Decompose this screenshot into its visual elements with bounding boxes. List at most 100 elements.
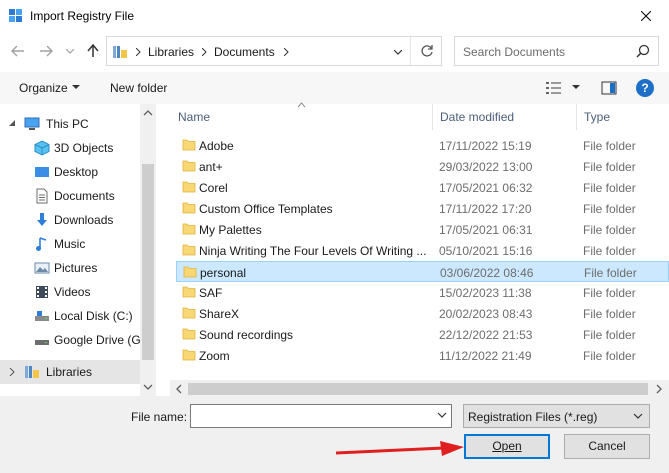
file-type: File folder [583,139,636,153]
refresh-button[interactable] [411,37,442,65]
column-name-label: Name [178,110,211,124]
sidebar-item-pictures[interactable]: Pictures [0,256,140,280]
file-date: 22/12/2022 21:53 [439,328,533,342]
breadcrumb-chevron-icon[interactable] [199,45,209,59]
chevron-down-icon[interactable] [572,85,580,90]
file-row[interactable]: SAF 15/02/2023 11:38 File folder [176,282,669,303]
help-icon[interactable]: ? [636,79,654,97]
file-type: File folder [583,286,636,300]
sidebar-item-google-drive[interactable]: Google Drive (G: [0,328,140,352]
file-type: File folder [583,223,636,237]
folder-icon [182,244,196,256]
folder-icon [182,181,196,193]
file-type: File folder [583,349,636,363]
breadcrumb-libraries[interactable]: Libraries [148,45,194,59]
forward-button[interactable] [36,41,56,61]
sidebar-item-label: Google Drive (G: [54,333,140,347]
scroll-left-icon[interactable] [174,384,184,394]
scroll-right-icon[interactable] [654,384,664,394]
videos-icon [36,286,48,298]
file-row[interactable]: Zoom 11/12/2022 21:49 File folder [176,345,669,366]
file-row[interactable]: My Palettes 17/05/2021 06:31 File folder [176,219,669,240]
file-row[interactable]: Custom Office Templates 17/11/2022 17:20 F… [176,198,669,219]
file-type: File folder [583,181,636,195]
sidebar-item-music[interactable]: Music [0,232,140,256]
file-date: 29/03/2022 13:00 [439,160,533,174]
file-row[interactable]: ShareX 20/02/2023 08:43 File folder [176,303,669,324]
sidebar-item-label: Music [54,237,86,251]
sidebar-item-desktop[interactable]: Desktop [0,160,140,184]
file-type-select[interactable]: Registration Files (*.reg) [463,404,650,428]
search-input[interactable]: Search Documents [463,45,565,59]
column-header-type[interactable]: Type [576,104,666,130]
breadcrumb-chevron-icon[interactable] [133,45,143,59]
sidebar-item-this-pc[interactable]: This PC [0,112,140,136]
breadcrumb-chevron-icon[interactable] [281,45,291,59]
chevron-down-icon[interactable] [8,120,16,128]
sidebar-scroll-thumb[interactable] [142,164,154,360]
close-button[interactable] [623,0,669,32]
sidebar-scrollbar[interactable] [140,104,156,396]
downloads-icon [37,213,47,226]
recent-locations-button[interactable] [60,41,80,61]
folder-icon [182,349,196,361]
scroll-up-icon[interactable] [143,108,153,118]
folder-icon [183,266,197,278]
sidebar-item-label: Local Disk (C:) [54,309,133,323]
sidebar-item-libraries[interactable]: Libraries [0,360,140,384]
file-name: ant+ [199,160,223,174]
column-header-date[interactable]: Date modified [432,104,576,130]
file-row[interactable]: Adobe 17/11/2022 15:19 File folder [176,135,669,156]
file-type: File folder [583,202,636,216]
sidebar-item-downloads[interactable]: Downloads [0,208,140,232]
back-button[interactable] [8,41,28,61]
file-row[interactable]: Corel 17/05/2021 06:32 File folder [176,177,669,198]
column-header-name[interactable]: Name [170,104,432,130]
address-history-button[interactable] [392,45,404,59]
chevron-down-icon [633,413,643,419]
column-type-label: Type [584,110,611,124]
file-name-label-text: File name: [131,410,188,424]
open-button[interactable]: Open [464,434,550,459]
file-date: 17/11/2022 17:20 [439,202,532,216]
new-folder-button[interactable]: New folder [110,81,167,95]
navigation-bar: Libraries Documents Search Documents [0,33,669,69]
file-row[interactable]: personal 03/06/2022 08:46 File folder [176,261,669,282]
sidebar-item-documents[interactable]: Documents [0,184,140,208]
file-name-input[interactable] [190,404,452,428]
file-name: personal [200,266,247,280]
sidebar-item-videos[interactable]: Videos [0,280,140,304]
chevron-down-icon[interactable] [437,412,447,418]
scroll-down-icon[interactable] [143,382,153,392]
cancel-button[interactable]: Cancel [564,434,650,459]
this-pc-icon [24,117,40,130]
file-row[interactable]: Sound recordings 22/12/2022 21:53 File fol… [176,324,669,345]
sidebar-item-3d-objects[interactable]: 3D Objects [0,136,140,160]
search-box[interactable]: Search Documents [454,36,659,66]
pictures-icon [34,262,50,274]
file-row[interactable]: Ninja Writing The Four Levels Of Writing… [176,240,669,261]
file-list: Name Date modified Type Adobe 17/11/2022 … [170,102,669,400]
breadcrumb-documents[interactable]: Documents [214,45,275,59]
chevron-right-icon[interactable] [8,368,16,376]
column-date-label: Date modified [440,110,515,124]
sidebar-item-local-disk[interactable]: Local Disk (C:) [0,304,140,328]
file-row[interactable]: ant+ 29/03/2022 13:00 File folder [176,156,669,177]
file-name-label: File name: [131,410,187,424]
sidebar-item-label: Videos [54,285,91,299]
navigation-pane: This PC 3D Objects Desktop Documents Dow… [0,104,156,396]
file-date: 15/02/2023 11:38 [439,286,532,300]
view-details-icon[interactable] [545,80,563,96]
horizontal-scroll-thumb[interactable] [188,383,648,395]
arrow-right-icon [40,45,53,57]
file-name: Corel [199,181,228,195]
folder-icon [182,286,196,298]
file-date: 17/05/2021 06:31 [439,223,533,237]
folder-icon [182,202,196,214]
address-bar[interactable]: Libraries Documents [106,36,442,66]
file-date: 03/06/2022 08:46 [440,266,534,280]
preview-pane-icon[interactable] [601,80,617,96]
up-button[interactable] [83,41,103,61]
organize-button[interactable]: Organize [19,81,68,95]
file-name: Adobe [199,139,234,153]
